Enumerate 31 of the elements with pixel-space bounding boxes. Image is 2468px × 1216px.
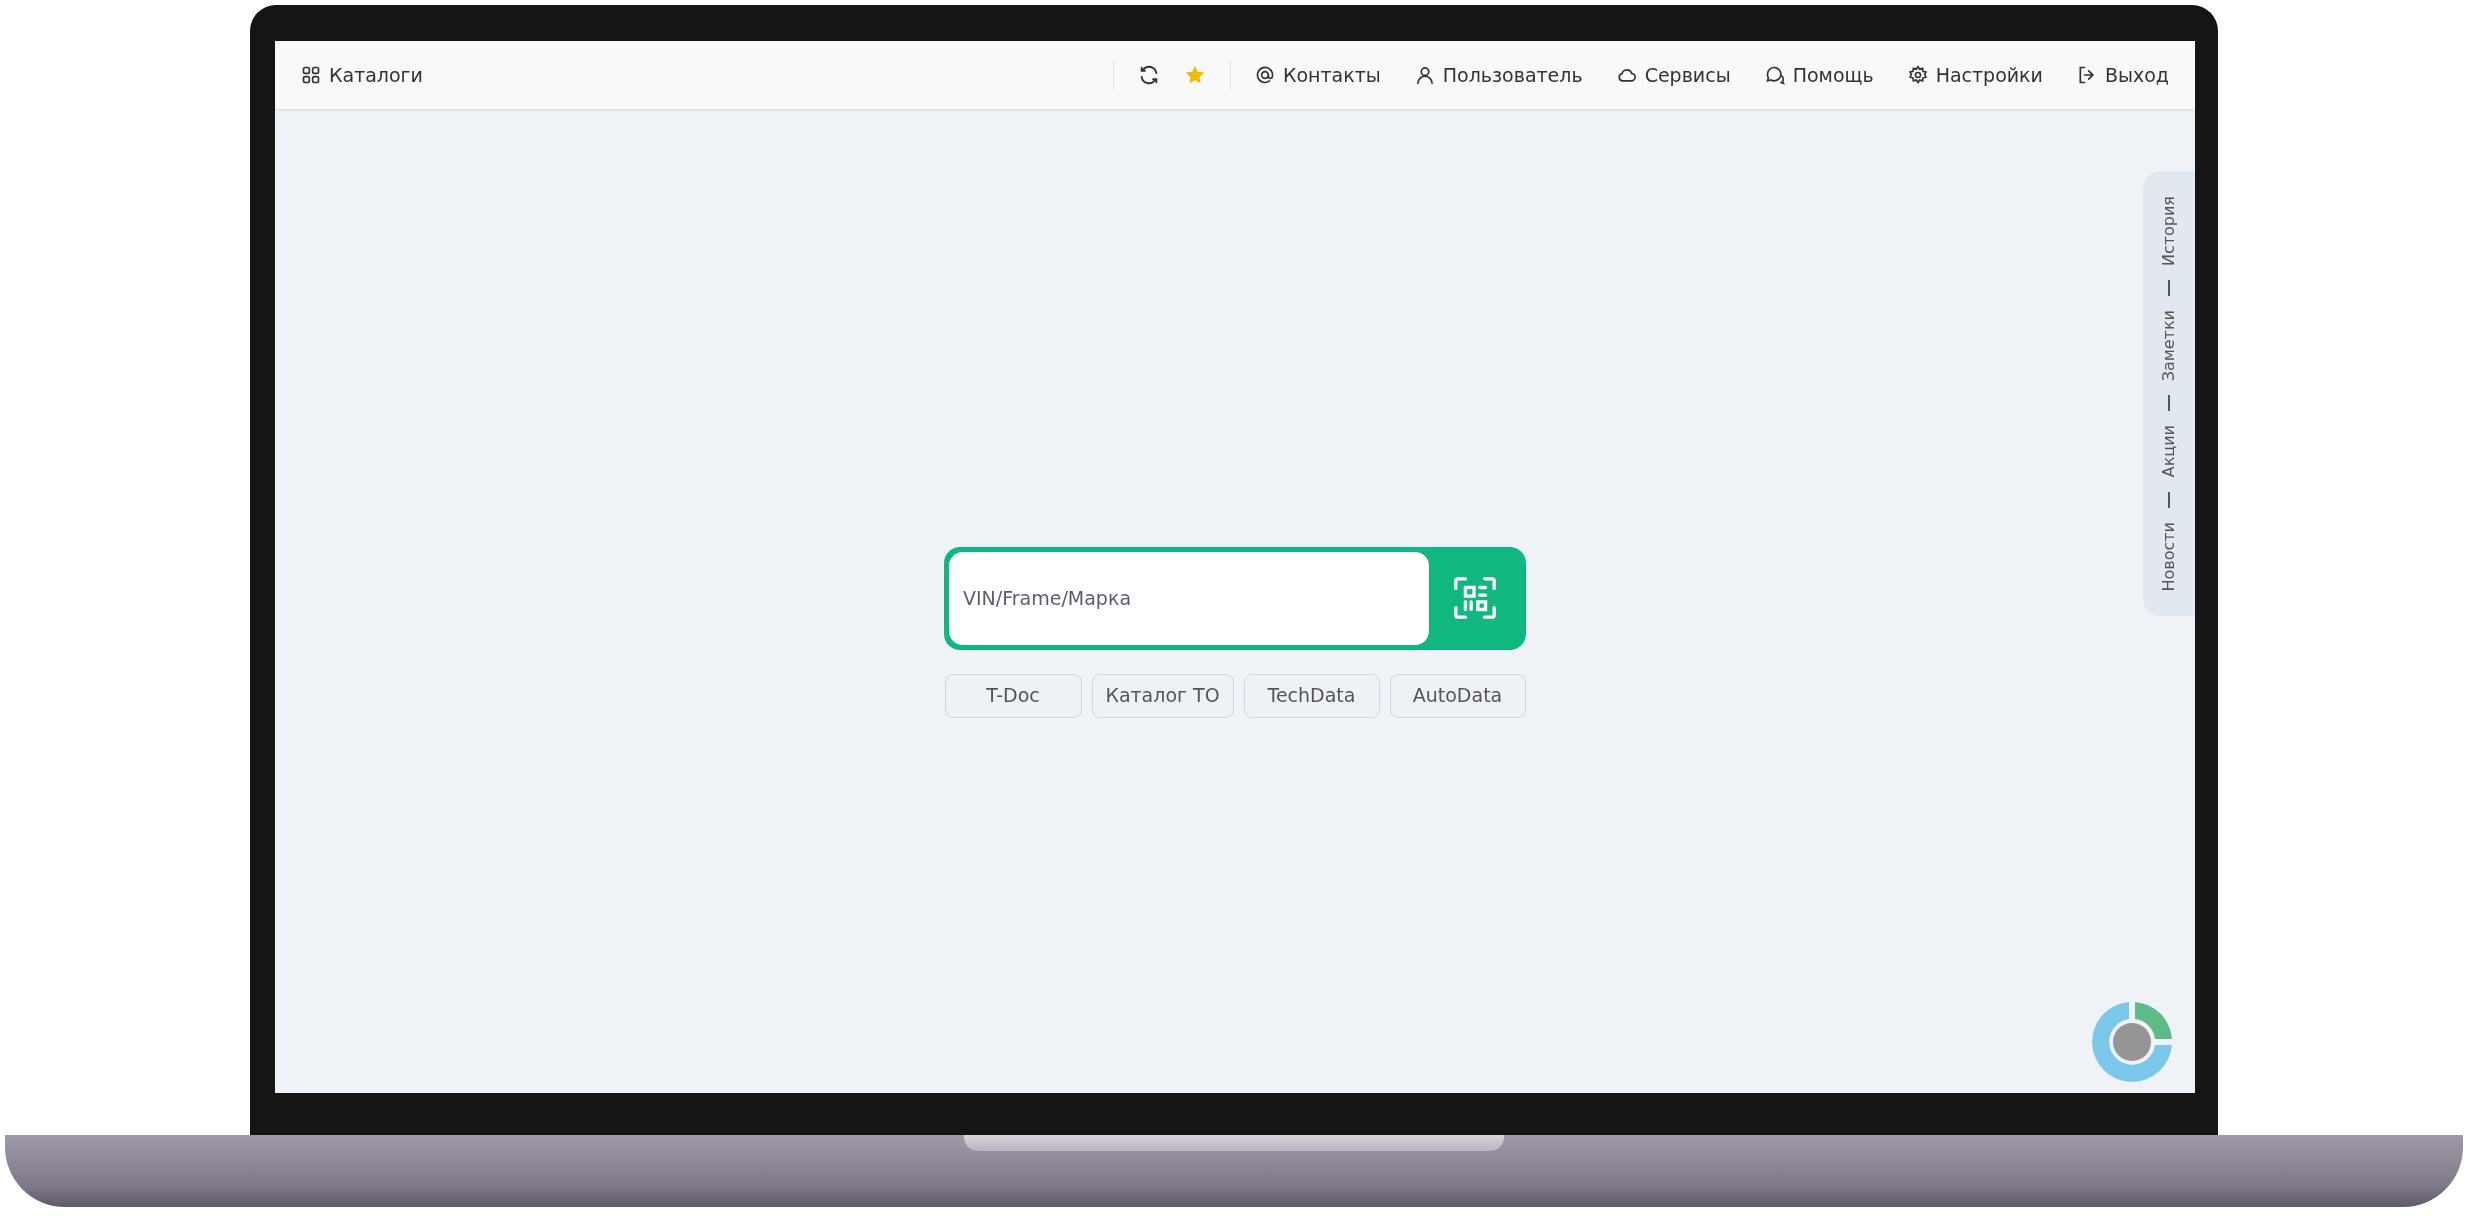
nav-link-label: Контакты: [1282, 62, 1381, 88]
side-tab[interactable]: История: [2157, 195, 2181, 266]
nav-link-label: Помощь: [1792, 62, 1874, 88]
nav-link[interactable]: Помощь: [1764, 60, 1874, 90]
nav-link-label: Выход: [2104, 62, 2169, 88]
catalog-button[interactable]: TechData: [1243, 673, 1380, 718]
at-icon: [1254, 65, 1275, 85]
nav-link-label: Пользователь: [1442, 62, 1583, 88]
star-icon[interactable]: [1183, 64, 1206, 86]
nav-link[interactable]: Выход: [2076, 60, 2169, 90]
nav-link-label: Сервисы: [1644, 62, 1731, 88]
catalog-button[interactable]: T-Doc: [944, 673, 1082, 718]
nav-link[interactable]: Настройки: [1907, 60, 2043, 90]
side-tab[interactable]: Акции: [2157, 425, 2181, 478]
chat-icon: [1764, 65, 1785, 85]
nav-link-label: Настройки: [1935, 62, 2043, 88]
settings-icon: [1907, 65, 1928, 85]
catalogs-link[interactable]: Каталоги: [301, 60, 423, 90]
catalogs-label: Каталоги: [329, 62, 423, 88]
user-icon: [1414, 65, 1435, 85]
qr-code-icon: [1452, 575, 1498, 621]
search-field[interactable]: VIN/Frame/Марка: [949, 551, 1429, 645]
nav-link[interactable]: Контакты: [1254, 60, 1381, 90]
side-tab[interactable]: Заметки: [2157, 309, 2181, 382]
donut-widget-drawing[interactable]: [2089, 999, 2175, 1085]
grid-icon: [301, 65, 321, 85]
catalog-button[interactable]: Каталог TO: [1091, 673, 1234, 718]
side-tab[interactable]: Новости: [2157, 521, 2181, 592]
catalog-button[interactable]: AutoData: [1389, 673, 1526, 718]
nav-link[interactable]: Сервисы: [1616, 60, 1731, 90]
nav-link[interactable]: Пользователь: [1414, 60, 1583, 90]
